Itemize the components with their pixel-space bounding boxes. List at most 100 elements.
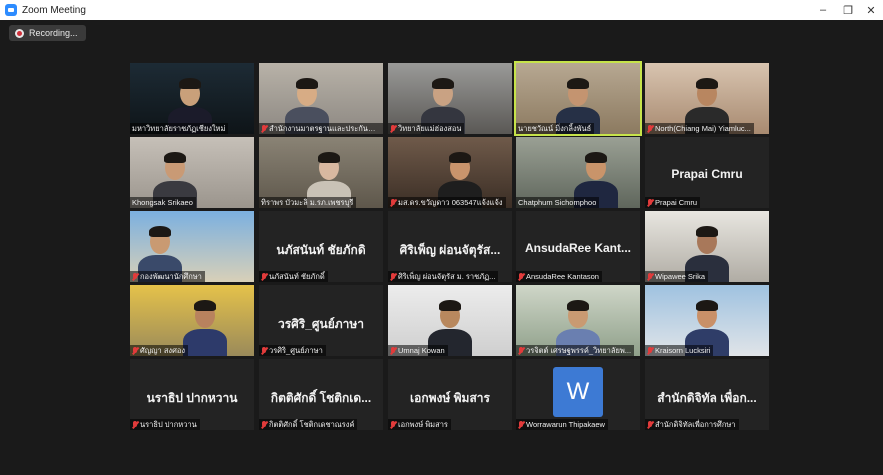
participant-tile[interactable]: สำนักดิจิทัล เพื่อก... สำนักดิจิทัลเพื่อก… xyxy=(645,359,769,430)
muted-mic-icon xyxy=(132,346,138,355)
participant-display-name: วรศิริ_ศูนย์ภาษา xyxy=(277,317,365,331)
participant-name: Umnaj Kowan xyxy=(398,346,445,355)
participant-avatar: W xyxy=(553,367,603,417)
name-plate: สำนักดิจิทัลเพื่อการศึกษา xyxy=(645,419,739,430)
muted-mic-icon xyxy=(518,272,524,281)
participant-tile[interactable]: มหาวิทยาลัยราชภัฏเชียงใหม่ xyxy=(130,63,254,134)
muted-mic-icon xyxy=(132,420,138,429)
name-plate: ทิราพร บัวมะลิ ม.รภ.เพชรบุรี xyxy=(259,197,357,208)
participant-display-name: AnsudaRee Kant... xyxy=(524,241,632,255)
participant-tile[interactable]: วรจิตต์ เศรษฐพรรค์_วิทยาลัยพ... xyxy=(516,285,640,356)
name-plate: มส.ดร.ขวัญดาว 063547แจ้งแจ้ง xyxy=(388,197,506,208)
recording-indicator[interactable]: Recording... xyxy=(9,25,86,41)
muted-mic-icon xyxy=(647,272,653,281)
participant-tile[interactable]: ทิราพร บัวมะลิ ม.รภ.เพชรบุรี xyxy=(259,137,383,208)
muted-mic-icon xyxy=(647,198,653,207)
participant-display-name: เอกพงษ์ พิมสาร xyxy=(410,391,490,405)
muted-mic-icon xyxy=(132,272,138,281)
name-plate: Umnaj Kowan xyxy=(388,345,448,356)
recording-label: Recording... xyxy=(29,28,78,38)
participant-tile[interactable]: Kraisorn Lucksiri xyxy=(645,285,769,356)
muted-mic-icon xyxy=(261,124,267,133)
participant-display-name: สำนักดิจิทัล เพื่อก... xyxy=(657,391,757,405)
muted-mic-icon xyxy=(390,124,396,133)
participant-name: Khongsak Srikaeo xyxy=(132,198,193,207)
name-plate: AnsudaRee Kantason xyxy=(516,271,602,282)
participant-name: สำนักดิจิทัลเพื่อการศึกษา xyxy=(655,419,736,429)
participant-tile[interactable]: นายชวัณน์ มิ่งกลิ้งพันธ์ xyxy=(514,61,642,136)
participant-name: North(Chiang Mai) Yiamluc... xyxy=(655,124,751,133)
participant-tile[interactable]: North(Chiang Mai) Yiamluc... xyxy=(645,63,769,134)
participant-display-name: ศิริเพ็ญ ผ่อนจัตุรัส... xyxy=(399,243,501,257)
name-plate: วรศิริ_ศูนย์ภาษา xyxy=(259,345,326,356)
participant-display-name: นภัสนันท์ ชัยภักดิ xyxy=(276,243,366,257)
participant-tile[interactable]: นภัสนันท์ ชัยภักดินภัสนันท์ ชัยภักดิ์ xyxy=(259,211,383,282)
participant-tile[interactable]: นราธิป ปากหวาน นราธิป ปากหวาน xyxy=(130,359,254,430)
participant-tile[interactable]: Wipawee Srika xyxy=(645,211,769,282)
muted-mic-icon xyxy=(390,198,396,207)
participant-name: สำนักงานมาตรฐานและประกันคุณ... xyxy=(269,123,380,133)
participant-tile[interactable]: เอกพงษ์ พิมสาร เอกพงษ์ พิมสาร xyxy=(388,359,512,430)
name-plate: นายชวัณน์ มิ่งกลิ้งพันธ์ xyxy=(516,123,595,134)
participant-display-name: กิตติศักดิ์ โชติกเด... xyxy=(270,391,372,405)
name-plate: Kraisorn Lucksiri xyxy=(645,345,714,356)
participant-tile[interactable]: Khongsak Srikaeo xyxy=(130,137,254,208)
participant-name: วรจิตต์ เศรษฐพรรค์_วิทยาลัยพ... xyxy=(526,345,632,355)
participant-tile[interactable]: W Worrawarun Thipakaew xyxy=(516,359,640,430)
participant-name: ศิริเพ็ญ ผ่อนจัตุรัส ม. ราชภัฏ... xyxy=(398,271,496,281)
participant-name: นายชวัณน์ มิ่งกลิ้งพันธ์ xyxy=(518,123,592,133)
participant-tile[interactable]: Umnaj Kowan xyxy=(388,285,512,356)
name-plate: North(Chiang Mai) Yiamluc... xyxy=(645,123,754,134)
muted-mic-icon xyxy=(518,420,524,429)
participant-name: มส.ดร.ขวัญดาว 063547แจ้งแจ้ง xyxy=(398,197,503,207)
close-button[interactable]: ✕ xyxy=(853,0,883,20)
muted-mic-icon xyxy=(518,346,524,355)
participant-tile[interactable]: Chatphum Sichomphoo xyxy=(516,137,640,208)
name-plate: Prapai Cmru xyxy=(645,197,701,208)
window-title: Zoom Meeting xyxy=(22,4,86,16)
name-plate: ศัญญา สงศอง xyxy=(130,345,189,356)
participant-tile[interactable]: สำนักงานมาตรฐานและประกันคุณ... xyxy=(259,63,383,134)
name-plate: กิตติศักดิ์ โชติกเดชาณรงค์ xyxy=(259,419,358,430)
participant-display-name: นราธิป ปากหวาน xyxy=(146,391,238,405)
participant-name: AnsudaRee Kantason xyxy=(526,272,599,281)
participant-name: กองพัฒนานักศึกษา xyxy=(140,271,202,281)
participant-name: Prapai Cmru xyxy=(655,198,698,207)
participant-tile[interactable]: กิตติศักดิ์ โชติกเด... กิตติศักดิ์ โชติกเ… xyxy=(259,359,383,430)
name-plate: วิทยาลัยแม่ฮ่องสอน xyxy=(388,123,465,134)
participant-tile[interactable]: ศัญญา สงศอง xyxy=(130,285,254,356)
muted-mic-icon xyxy=(647,124,653,133)
name-plate: Worrawarun Thipakaew xyxy=(516,419,608,430)
name-plate: Wipawee Srika xyxy=(645,271,709,282)
title-bar: Zoom Meeting – ❐ ✕ xyxy=(0,0,883,20)
name-plate: เอกพงษ์ พิมสาร xyxy=(388,419,451,430)
participant-name: วิทยาลัยแม่ฮ่องสอน xyxy=(398,123,462,133)
participant-name: Wipawee Srika xyxy=(655,272,706,281)
name-plate: กองพัฒนานักศึกษา xyxy=(130,271,205,282)
participant-display-name: Prapai Cmru xyxy=(671,167,743,181)
name-plate: นราธิป ปากหวาน xyxy=(130,419,200,430)
participant-tile[interactable]: AnsudaRee Kant... AnsudaRee Kantason xyxy=(516,211,640,282)
muted-mic-icon xyxy=(390,346,396,355)
participant-tile[interactable]: วิทยาลัยแม่ฮ่องสอน xyxy=(388,63,512,134)
participant-tile[interactable]: วรศิริ_ศูนย์ภาษา วรศิริ_ศูนย์ภาษา xyxy=(259,285,383,356)
video-gallery: Recording... มหาวิทยาลัยราชภัฏเชียงใหม่ส… xyxy=(0,20,883,475)
muted-mic-icon xyxy=(390,420,396,429)
name-plate: มหาวิทยาลัยราชภัฏเชียงใหม่ xyxy=(130,123,229,134)
participant-name: Chatphum Sichomphoo xyxy=(518,198,597,207)
zoom-logo-icon xyxy=(5,4,17,16)
participant-name: Kraisorn Lucksiri xyxy=(655,346,711,355)
participant-name: ทิราพร บัวมะลิ ม.รภ.เพชรบุรี xyxy=(261,197,354,207)
participant-tile[interactable]: Prapai Cmru Prapai Cmru xyxy=(645,137,769,208)
participant-tile[interactable]: ศิริเพ็ญ ผ่อนจัตุรัส... ศิริเพ็ญ ผ่อนจัตุ… xyxy=(388,211,512,282)
participant-name: นราธิป ปากหวาน xyxy=(140,419,197,429)
recording-icon xyxy=(15,28,24,38)
participant-name: ศัญญา สงศอง xyxy=(140,345,186,355)
muted-mic-icon xyxy=(261,420,267,429)
participant-tile[interactable]: กองพัฒนานักศึกษา xyxy=(130,211,254,282)
muted-mic-icon xyxy=(261,346,267,355)
participant-name: เอกพงษ์ พิมสาร xyxy=(398,419,448,429)
participant-name: กิตติศักดิ์ โชติกเดชาณรงค์ xyxy=(269,419,355,429)
participant-name: นภัสนันท์ ชัยภักดิ์ xyxy=(269,271,325,281)
participant-tile[interactable]: มส.ดร.ขวัญดาว 063547แจ้งแจ้ง xyxy=(388,137,512,208)
